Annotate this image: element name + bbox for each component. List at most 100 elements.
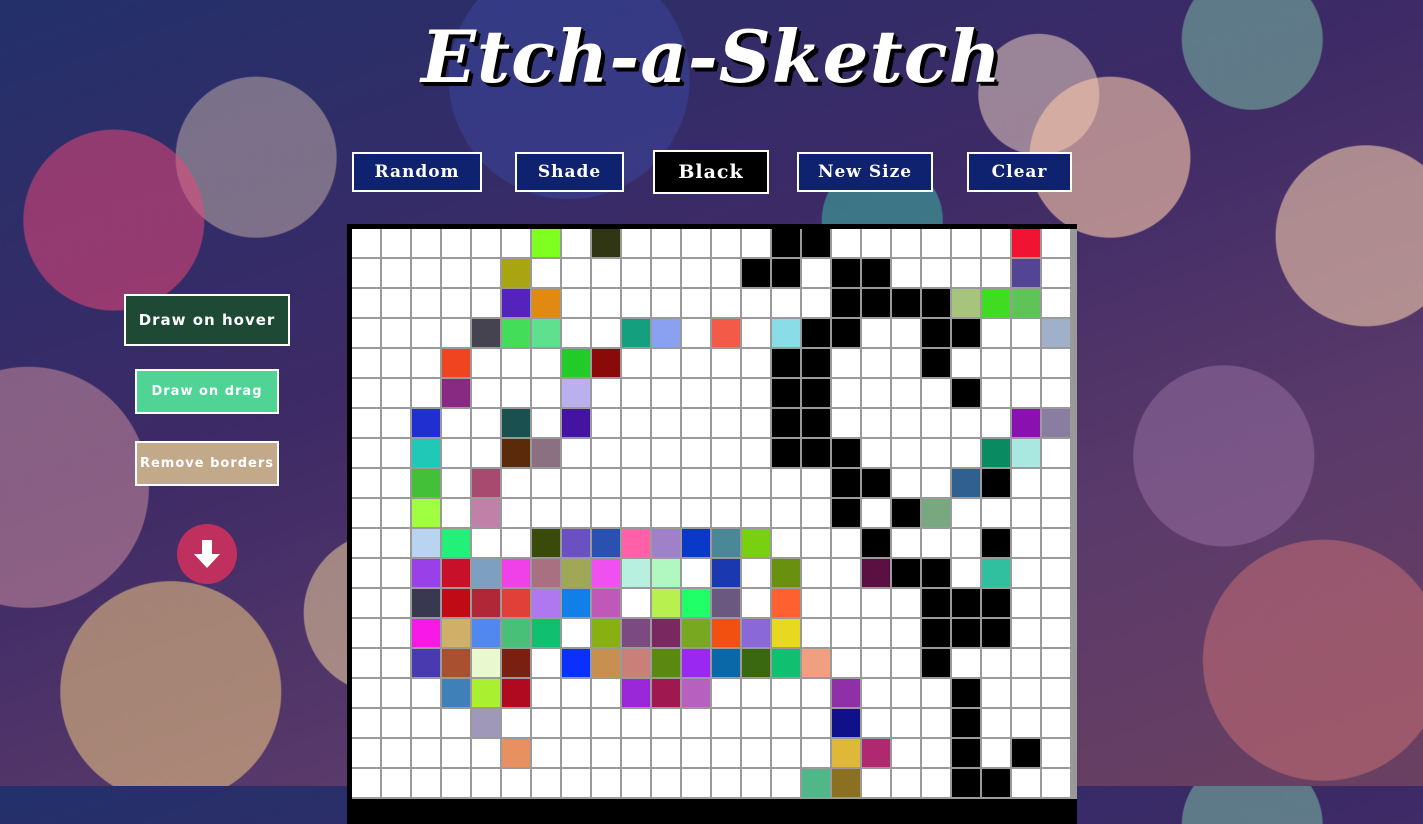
grid-cell[interactable] [682,349,712,379]
grid-cell[interactable] [682,439,712,469]
grid-cell[interactable] [412,529,442,559]
grid-cell[interactable] [832,649,862,679]
grid-cell[interactable] [982,289,1012,319]
grid-cell[interactable] [652,349,682,379]
grid-cell[interactable] [1012,559,1042,589]
grid-cell[interactable] [682,319,712,349]
grid-cell[interactable] [1012,769,1042,799]
grid-cell[interactable] [382,259,412,289]
grid-cell[interactable] [892,439,922,469]
grid-cell[interactable] [712,289,742,319]
grid-cell[interactable] [832,469,862,499]
grid-cell[interactable] [472,349,502,379]
grid-cell[interactable] [532,739,562,769]
grid-cell[interactable] [832,709,862,739]
grid-cell[interactable] [652,739,682,769]
grid-cell[interactable] [532,529,562,559]
grid-cell[interactable] [442,379,472,409]
grid-cell[interactable] [502,289,532,319]
grid-cell[interactable] [952,379,982,409]
grid-cell[interactable] [862,709,892,739]
remove-borders-button[interactable]: Remove borders [135,441,279,486]
grid-cell[interactable] [382,589,412,619]
grid-cell[interactable] [412,499,442,529]
grid-cell[interactable] [532,649,562,679]
grid-cell[interactable] [892,679,922,709]
grid-cell[interactable] [1012,469,1042,499]
grid-cell[interactable] [622,409,652,439]
grid-cell[interactable] [982,439,1012,469]
grid-cell[interactable] [562,619,592,649]
grid-cell[interactable] [592,319,622,349]
grid-cell[interactable] [592,589,622,619]
grid-cell[interactable] [532,289,562,319]
grid-cell[interactable] [802,649,832,679]
grid-cell[interactable] [592,769,622,799]
grid-cell[interactable] [952,469,982,499]
grid-cell[interactable] [922,289,952,319]
grid-cell[interactable] [352,649,382,679]
grid-cell[interactable] [742,349,772,379]
grid-cell[interactable] [802,619,832,649]
grid-cell[interactable] [892,529,922,559]
grid-cell[interactable] [952,439,982,469]
grid-cell[interactable] [862,619,892,649]
grid-cell[interactable] [922,559,952,589]
grid-cell[interactable] [1012,259,1042,289]
grid-cell[interactable] [772,349,802,379]
grid-cell[interactable] [952,559,982,589]
grid-cell[interactable] [502,589,532,619]
grid-cell[interactable] [562,379,592,409]
grid-cell[interactable] [802,709,832,739]
grid-cell[interactable] [832,379,862,409]
grid-cell[interactable] [622,289,652,319]
grid-cell[interactable] [1012,679,1042,709]
grid-cell[interactable] [562,409,592,439]
grid-cell[interactable] [412,559,442,589]
grid-cell[interactable] [982,529,1012,559]
grid-cell[interactable] [652,619,682,649]
grid-cell[interactable] [532,409,562,439]
grid-cell[interactable] [562,289,592,319]
grid-cell[interactable] [1012,229,1042,259]
grid-cell[interactable] [352,529,382,559]
grid-cell[interactable] [562,559,592,589]
grid-cell[interactable] [502,769,532,799]
grid-cell[interactable] [442,769,472,799]
grid-cell[interactable] [952,649,982,679]
grid-cell[interactable] [412,469,442,499]
grid-cell[interactable] [802,259,832,289]
sketch-grid[interactable] [347,224,1077,824]
grid-cell[interactable] [682,469,712,499]
grid-cell[interactable] [592,349,622,379]
grid-cell[interactable] [382,619,412,649]
grid-cell[interactable] [712,619,742,649]
grid-cell[interactable] [502,649,532,679]
grid-cell[interactable] [1012,379,1042,409]
grid-cell[interactable] [1042,679,1072,709]
grid-cell[interactable] [652,649,682,679]
grid-cell[interactable] [442,229,472,259]
grid-cell[interactable] [982,589,1012,619]
grid-cell[interactable] [892,619,922,649]
grid-cell[interactable] [352,499,382,529]
grid-cell[interactable] [682,649,712,679]
grid-cell[interactable] [382,739,412,769]
grid-cell[interactable] [382,529,412,559]
grid-cell[interactable] [1042,229,1072,259]
grid-cell[interactable] [832,619,862,649]
grid-cell[interactable] [862,379,892,409]
grid-cell[interactable] [742,739,772,769]
grid-cell[interactable] [982,769,1012,799]
grid-cell[interactable] [412,409,442,439]
grid-cell[interactable] [442,439,472,469]
grid-cell[interactable] [532,709,562,739]
grid-cell[interactable] [742,709,772,739]
grid-cell[interactable] [382,679,412,709]
grid-cell[interactable] [472,439,502,469]
grid-cell[interactable] [652,229,682,259]
grid-cell[interactable] [382,769,412,799]
grid-cell[interactable] [442,679,472,709]
grid-cell[interactable] [682,739,712,769]
grid-cell[interactable] [862,229,892,259]
